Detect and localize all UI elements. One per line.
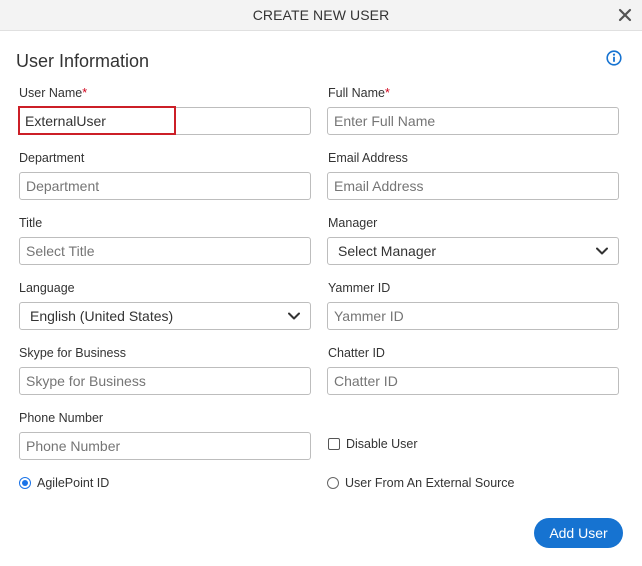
chevron-down-icon — [596, 247, 608, 255]
yammer-label: Yammer ID — [328, 281, 391, 295]
checkbox-box[interactable] — [328, 438, 340, 450]
language-select-value: English (United States) — [30, 308, 174, 324]
external-source-radio[interactable]: User From An External Source — [327, 476, 515, 490]
full-name-input[interactable] — [327, 107, 619, 135]
language-select[interactable]: English (United States) — [19, 302, 311, 330]
chatter-input[interactable] — [327, 367, 619, 395]
manager-select[interactable]: Select Manager — [327, 237, 619, 265]
external-source-label: User From An External Source — [345, 476, 515, 490]
manager-select-value: Select Manager — [338, 243, 437, 259]
phone-input[interactable] — [19, 432, 311, 460]
section-title: User Information — [16, 51, 150, 71]
close-icon[interactable] — [618, 8, 632, 22]
user-name-input[interactable] — [18, 106, 176, 135]
disable-user-checkbox[interactable]: Disable User — [328, 437, 418, 451]
radio-button-selected[interactable] — [19, 477, 31, 489]
phone-label: Phone Number — [19, 411, 104, 425]
skype-input[interactable] — [19, 367, 311, 395]
user-name-label: User Name* — [19, 86, 88, 100]
disable-user-label: Disable User — [346, 437, 418, 451]
title-input[interactable] — [19, 237, 311, 265]
language-label: Language — [19, 281, 75, 295]
email-input[interactable] — [327, 172, 619, 200]
skype-label: Skype for Business — [19, 346, 126, 360]
chatter-label: Chatter ID — [328, 346, 385, 360]
agilepoint-id-label: AgilePoint ID — [37, 476, 110, 490]
info-icon[interactable] — [606, 50, 622, 66]
email-label: Email Address — [328, 151, 408, 165]
dialog-header: CREATE NEW USER — [0, 0, 642, 31]
dialog-title: CREATE NEW USER — [252, 7, 390, 23]
add-user-button[interactable]: Add User — [534, 518, 623, 548]
yammer-input[interactable] — [327, 302, 619, 330]
manager-label: Manager — [328, 216, 378, 230]
department-label: Department — [19, 151, 85, 165]
radio-button[interactable] — [327, 477, 339, 489]
title-label: Title — [19, 216, 43, 230]
chevron-down-icon — [288, 312, 300, 320]
agilepoint-id-radio[interactable]: AgilePoint ID — [19, 476, 109, 490]
full-name-label: Full Name* — [328, 86, 390, 100]
department-input[interactable] — [19, 172, 311, 200]
